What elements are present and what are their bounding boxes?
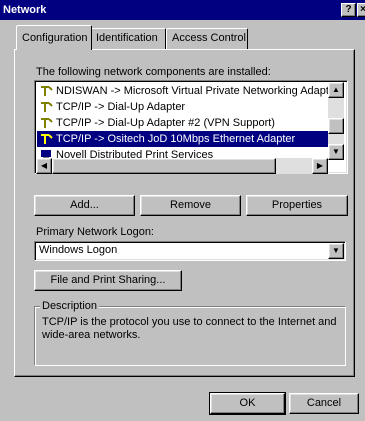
help-button[interactable]: ? bbox=[341, 3, 356, 17]
logon-dropdown[interactable]: Windows Logon ▼ bbox=[34, 241, 346, 261]
file-print-sharing-button[interactable]: File and Print Sharing... bbox=[34, 270, 182, 291]
scroll-down-icon[interactable]: ▼ bbox=[328, 144, 344, 160]
list-item-label: TCP/IP -> Dial-Up Adapter bbox=[56, 101, 186, 113]
scroll-left-icon[interactable]: ◀ bbox=[36, 158, 52, 174]
properties-button[interactable]: Properties bbox=[246, 195, 348, 216]
list-horizontal-scrollbar[interactable]: ◀ ▶ bbox=[36, 158, 328, 174]
add-button-label: Add... bbox=[70, 199, 99, 211]
title-bar: Network bbox=[0, 0, 365, 20]
protocol-icon bbox=[41, 86, 53, 96]
tab-configuration[interactable]: Configuration bbox=[16, 25, 92, 50]
list-item[interactable]: NDISWAN -> Microsoft Virtual Private Net… bbox=[37, 83, 329, 99]
add-button[interactable]: Add... bbox=[34, 195, 135, 216]
cancel-button-label: Cancel bbox=[306, 397, 342, 409]
remove-button-label: Remove bbox=[170, 199, 211, 211]
scroll-thumb[interactable] bbox=[52, 158, 276, 174]
protocol-icon bbox=[41, 118, 53, 128]
list-item[interactable]: TCP/IP -> Dial-Up Adapter #2 (VPN Suppor… bbox=[37, 115, 329, 131]
chevron-down-icon[interactable]: ▼ bbox=[328, 243, 344, 259]
list-item-selected[interactable]: TCP/IP -> Ositech JoD 10Mbps Ethernet Ad… bbox=[37, 131, 329, 147]
list-item-label: TCP/IP -> Dial-Up Adapter #2 (VPN Suppor… bbox=[56, 117, 275, 129]
logon-label: Primary Network Logon: bbox=[36, 226, 154, 238]
list-item[interactable]: TCP/IP -> Dial-Up Adapter bbox=[37, 99, 329, 115]
scroll-right-icon[interactable]: ▶ bbox=[312, 158, 328, 174]
tab-label: Access Control bbox=[172, 32, 246, 44]
ok-button-label: OK bbox=[239, 397, 256, 409]
list-vertical-scrollbar[interactable]: ▲ ▼ bbox=[328, 82, 344, 160]
ok-button[interactable]: OK bbox=[209, 392, 286, 415]
close-button[interactable]: × bbox=[357, 3, 365, 17]
cancel-button[interactable]: Cancel bbox=[289, 393, 359, 414]
properties-button-label: Properties bbox=[271, 199, 323, 211]
remove-button[interactable]: Remove bbox=[140, 195, 241, 216]
tab-access-control[interactable]: Access Control bbox=[166, 28, 248, 49]
scroll-up-icon[interactable]: ▲ bbox=[328, 82, 344, 98]
protocol-icon bbox=[41, 134, 53, 144]
logon-value: Windows Logon bbox=[39, 244, 118, 256]
tab-label: Configuration bbox=[22, 32, 88, 44]
description-title: Description bbox=[40, 300, 100, 312]
file-print-sharing-label: File and Print Sharing... bbox=[50, 274, 166, 286]
tab-identification[interactable]: Identification bbox=[90, 28, 166, 49]
components-caption: The following network components are ins… bbox=[36, 66, 271, 78]
description-text: TCP/IP is the protocol you use to connec… bbox=[42, 316, 337, 341]
protocol-icon bbox=[41, 102, 53, 112]
tab-label: Identification bbox=[96, 32, 158, 44]
scroll-thumb[interactable] bbox=[328, 118, 344, 134]
list-item-label: NDISWAN -> Microsoft Virtual Private Net… bbox=[56, 85, 329, 97]
window-title: Network bbox=[3, 4, 47, 16]
list-item-label: TCP/IP -> Ositech JoD 10Mbps Ethernet Ad… bbox=[56, 133, 296, 145]
